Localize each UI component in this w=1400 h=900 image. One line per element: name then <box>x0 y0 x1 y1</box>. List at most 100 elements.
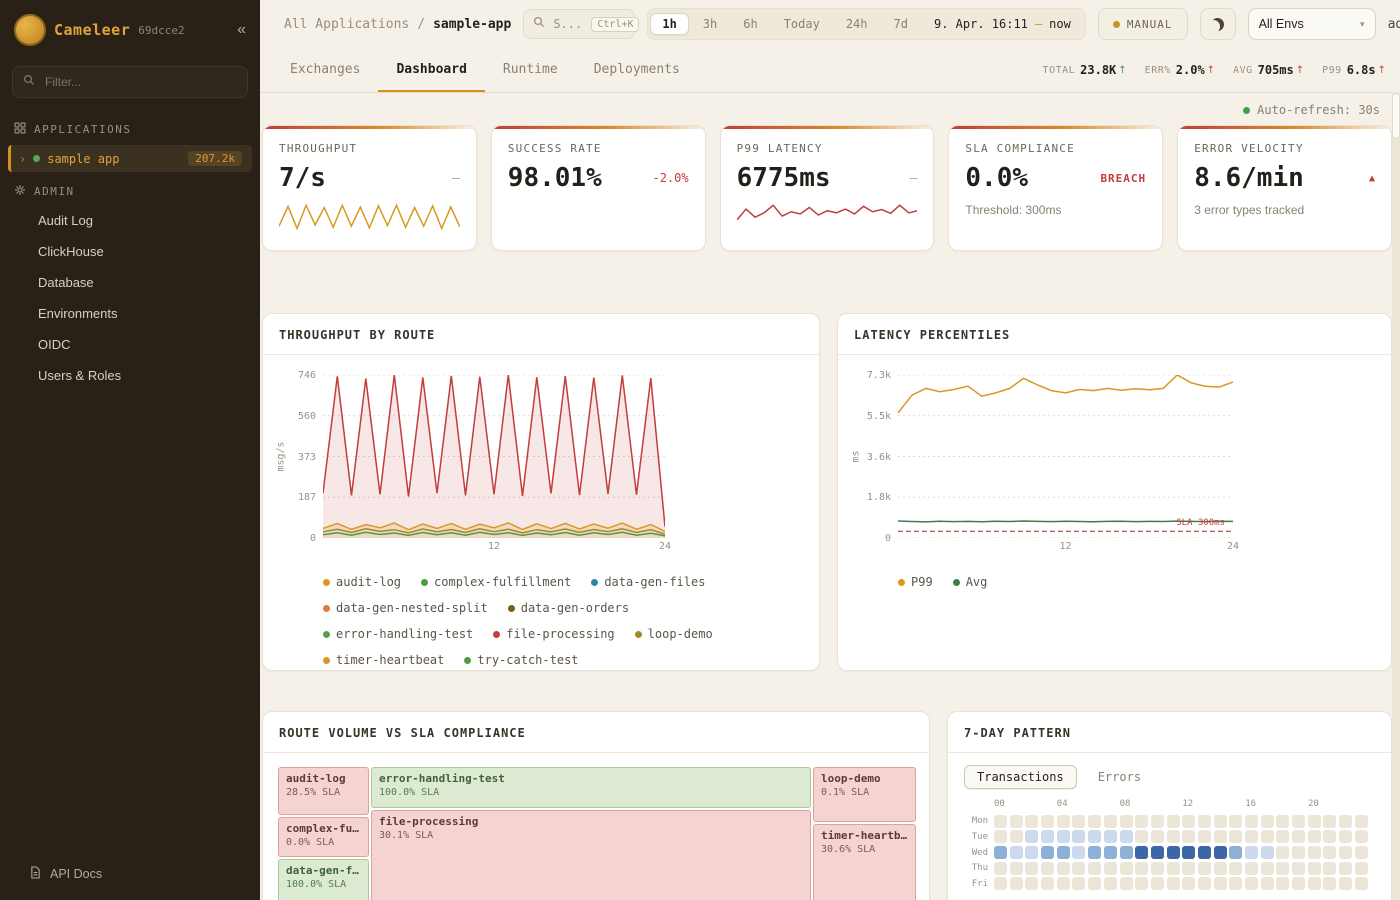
time-range-7d[interactable]: 7d <box>882 13 920 35</box>
time-range-24h[interactable]: 24h <box>834 13 880 35</box>
treemap-cell-sla: 0.1% SLA <box>821 787 908 798</box>
env-selector[interactable]: All Envs ▾ <box>1248 8 1376 40</box>
heatmap-cell <box>1182 830 1195 843</box>
legend-item-data-gen-nested-split[interactable]: data-gen-nested-split <box>323 601 488 615</box>
x-axis-tick: 12 <box>1059 541 1071 552</box>
time-range-1h[interactable]: 1h <box>650 13 688 35</box>
legend-item-loop-demo[interactable]: loop-demo <box>635 627 713 641</box>
legend-item-error-handling-test[interactable]: error-handling-test <box>323 627 473 641</box>
legend-item-file-processing[interactable]: file-processing <box>493 627 614 641</box>
legend-item-try-catch-test[interactable]: try-catch-test <box>464 653 578 667</box>
legend-dot-icon <box>635 631 642 638</box>
legend-item-P99[interactable]: P99 <box>898 575 933 589</box>
gear-icon <box>14 184 26 199</box>
sidebar-item-database[interactable]: Database <box>0 267 260 298</box>
sidebar-item-users-roles[interactable]: Users & Roles <box>0 360 260 391</box>
treemap-cell-timer-heartbeat[interactable]: timer-heartbeat30.6% SLA <box>813 824 916 900</box>
sidebar-item-audit-log[interactable]: Audit Log <box>0 205 260 236</box>
auto-refresh-status: Auto-refresh: 30s <box>262 93 1392 125</box>
legend-label: data-gen-files <box>604 575 705 589</box>
tab-runtime[interactable]: Runtime <box>485 48 576 92</box>
heatmap-cell <box>1323 877 1336 890</box>
kpi-title: SLA COMPLIANCE <box>965 142 1146 155</box>
heatmap-cell <box>1214 846 1227 859</box>
legend-label: file-processing <box>506 627 614 641</box>
heatmap-cell <box>1104 815 1117 828</box>
legend-item-complex-fulfillment[interactable]: complex-fulfillment <box>421 575 571 589</box>
tab-dashboard[interactable]: Dashboard <box>378 48 484 92</box>
legend-label: data-gen-orders <box>521 601 629 615</box>
treemap-cell-data-gen-files[interactable]: data-gen-files100.0% SLA <box>278 859 369 900</box>
legend-item-Avg[interactable]: Avg <box>953 575 988 589</box>
heatmap-cell <box>1229 830 1242 843</box>
toggle-errors[interactable]: Errors <box>1085 765 1154 789</box>
heatmap-cell <box>1339 846 1352 859</box>
legend-item-data-gen-orders[interactable]: data-gen-orders <box>508 601 629 615</box>
scrollbar-track[interactable] <box>1392 92 1400 900</box>
legend-item-data-gen-files[interactable]: data-gen-files <box>591 575 705 589</box>
panel-title: ROUTE VOLUME VS SLA COMPLIANCE <box>263 712 929 753</box>
toggle-transactions[interactable]: Transactions <box>964 765 1077 789</box>
heatmap-cell <box>1182 815 1195 828</box>
treemap-cell-audit-log[interactable]: audit-log28.5% SLA <box>278 767 369 815</box>
heatmap-day-label: Tue <box>964 832 988 842</box>
heatmap-cell <box>1198 846 1211 859</box>
heatmap-cell <box>1355 877 1368 890</box>
user-menu[interactable]: admin <box>1388 17 1400 32</box>
manual-refresh-button[interactable]: MANUAL <box>1098 8 1188 40</box>
heatmap-cell <box>1339 815 1352 828</box>
heatmap-cell <box>1167 862 1180 875</box>
sidebar-item-api-docs[interactable]: API Docs <box>0 850 260 900</box>
stat-err: ERR%2.0%↑ <box>1145 63 1215 77</box>
kpi-subtitle: Threshold: 300ms <box>965 203 1146 217</box>
y-axis-tick: 187 <box>298 492 316 503</box>
treemap-cell-sla: 100.0% SLA <box>286 879 361 890</box>
sidebar-item-sample-app[interactable]: › sample app 207.2k <box>8 145 252 172</box>
heatmap-cell <box>1308 846 1321 859</box>
heatmap-cell <box>1245 862 1258 875</box>
scrollbar-thumb[interactable] <box>1393 94 1399 138</box>
env-selector-value: All Envs <box>1259 17 1304 31</box>
dark-mode-toggle[interactable] <box>1200 8 1236 40</box>
latency-chart: ms 7.3k5.5k3.6k1.8k0 SLA 300ms 1224 P99A… <box>838 355 1391 605</box>
filter-input[interactable] <box>43 74 237 90</box>
stat-label: AVG <box>1233 65 1253 76</box>
heatmap-cell <box>1198 862 1211 875</box>
global-search[interactable]: Ctrl+K <box>523 9 635 39</box>
range-start: 9. Apr. 16:11 <box>934 17 1028 31</box>
heatmap-cell <box>1245 830 1258 843</box>
legend-dot-icon <box>953 579 960 586</box>
legend-label: data-gen-nested-split <box>336 601 488 615</box>
time-range-3h[interactable]: 3h <box>691 13 729 35</box>
legend-item-timer-heartbeat[interactable]: timer-heartbeat <box>323 653 444 667</box>
time-range-display: 9. Apr. 16:11 — now <box>922 17 1083 31</box>
heatmap-cell <box>1323 815 1336 828</box>
treemap-cell-file-processing[interactable]: file-processing30.1% SLA <box>371 810 811 900</box>
kpi-error-velocity: ERROR VELOCITY 8.6/min ▲ 3 error types t… <box>1177 125 1392 251</box>
treemap-cell-loop-demo[interactable]: loop-demo0.1% SLA <box>813 767 916 822</box>
tab-deployments[interactable]: Deployments <box>576 48 698 92</box>
legend-item-audit-log[interactable]: audit-log <box>323 575 401 589</box>
sidebar-item-clickhouse[interactable]: ClickHouse <box>0 236 260 267</box>
x-axis: 1224 <box>323 541 665 557</box>
legend-dot-icon <box>464 657 471 664</box>
time-range-today[interactable]: Today <box>772 13 832 35</box>
sidebar-collapse-button[interactable]: « <box>237 22 246 38</box>
treemap-cell-error-handling-test[interactable]: error-handling-test100.0% SLA <box>371 767 811 808</box>
heatmap-cell <box>1057 877 1070 890</box>
breadcrumb-root[interactable]: All Applications <box>284 17 409 32</box>
heatmap-cell <box>1261 862 1274 875</box>
treemap-cell-sla: 30.6% SLA <box>821 844 908 855</box>
sidebar-item-environments[interactable]: Environments <box>0 298 260 329</box>
heatmap-cell <box>1088 830 1101 843</box>
treemap-cell-complex-fulfillment[interactable]: complex-fulfillment0.0% SLA <box>278 817 369 857</box>
time-range-6h[interactable]: 6h <box>731 13 769 35</box>
treemap-cell-name: complex-fulfillment <box>286 822 361 835</box>
heatmap-cell <box>1041 862 1054 875</box>
sidebar-item-oidc[interactable]: OIDC <box>0 329 260 360</box>
heatmap-cell <box>1261 815 1274 828</box>
search-input[interactable] <box>551 16 585 32</box>
heatmap-cell <box>1151 815 1164 828</box>
tab-exchanges[interactable]: Exchanges <box>272 48 378 92</box>
heatmap-cell <box>1041 846 1054 859</box>
